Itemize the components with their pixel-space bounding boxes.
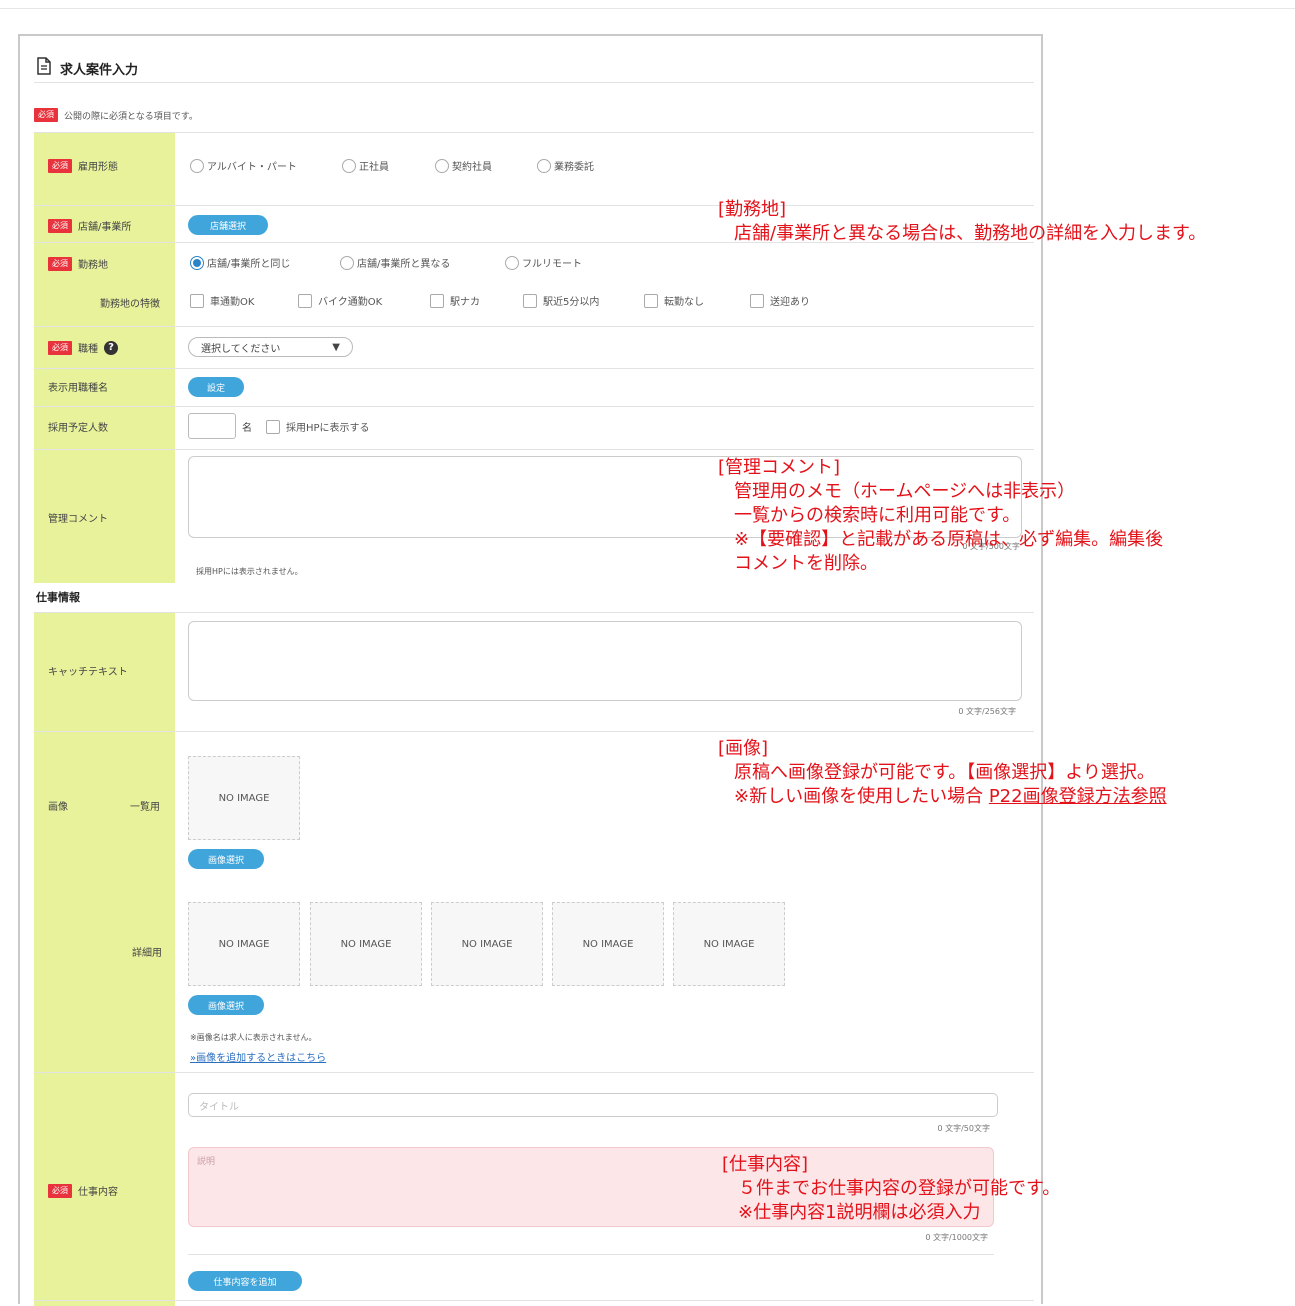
radio-full-time[interactable]: 正社員 xyxy=(342,158,389,173)
checkbox-in-station[interactable]: 駅ナカ xyxy=(430,293,480,308)
top-divider xyxy=(0,8,1295,9)
job-content-label: 必須 仕事内容 xyxy=(48,1183,118,1198)
detail-image-placeholder-5: NO IMAGE xyxy=(673,902,785,986)
image-detail-label: 詳細用 xyxy=(132,948,162,959)
job-title-counter: 0 文字/50文字 xyxy=(937,1124,990,1133)
annotation-image: [画像] 原稿へ画像登録が可能です。【画像選択】より選択。 ※新しい画像を使用し… xyxy=(718,738,1167,807)
radio-part-time[interactable]: アルバイト・パート xyxy=(190,158,297,173)
checkbox-no-transfer[interactable]: 転勤なし xyxy=(644,293,704,308)
image-label: 画像 xyxy=(48,802,68,813)
radio-full-remote[interactable]: フルリモート xyxy=(505,255,582,270)
list-image-placeholder: NO IMAGE xyxy=(188,756,300,840)
admin-comment-note: 採用HPには表示されません。 xyxy=(196,567,303,576)
required-note-text: 公開の際に必須となる項目です。 xyxy=(64,111,198,122)
p22-reference-link[interactable]: P22画像登録方法参照 xyxy=(989,786,1167,807)
detail-image-placeholder-1: NO IMAGE xyxy=(188,902,300,986)
job-type-select[interactable]: 選択してください ▼ xyxy=(188,337,353,357)
checkbox-bike-commute[interactable]: バイク通勤OK xyxy=(298,293,382,308)
headcount-unit: 名 xyxy=(242,423,252,434)
store-select-button[interactable]: 店舗選択 xyxy=(188,215,268,235)
row-divider xyxy=(34,1300,1034,1301)
image-name-note: ※画像名は求人に表示されません。 xyxy=(190,1033,317,1042)
radio-same-as-store[interactable]: 店舗/事業所と同じ xyxy=(190,255,290,270)
headcount-input[interactable] xyxy=(188,413,236,439)
job-title-input[interactable]: タイトル xyxy=(188,1093,998,1117)
job-description-counter: 0 文字/1000文字 xyxy=(925,1233,988,1242)
work-info-section-title: 仕事情報 xyxy=(36,591,80,604)
label-column-work xyxy=(34,613,175,1306)
checkbox-show-on-hp[interactable]: 採用HPに表示する xyxy=(266,419,370,434)
page-title: 求人案件入力 xyxy=(60,62,139,78)
document-icon xyxy=(36,57,52,79)
required-badge: 必須 xyxy=(34,108,58,122)
annotation-workplace: [勤務地] 店舗/事業所と異なる場合は、勤務地の詳細を入力します。 xyxy=(718,199,1207,244)
radio-different-from-store[interactable]: 店舗/事業所と異なる xyxy=(340,255,450,270)
store-label: 必須 店舗/事業所 xyxy=(48,218,131,233)
row-divider xyxy=(34,449,1034,450)
checkbox-near-station[interactable]: 駅近5分以内 xyxy=(523,293,599,308)
workplace-features-label: 勤務地の特徴 xyxy=(100,299,160,310)
row-divider xyxy=(188,1254,994,1255)
display-job-name-set-button[interactable]: 設定 xyxy=(188,377,244,397)
checkbox-car-commute[interactable]: 車通勤OK xyxy=(190,293,254,308)
annotation-job-content: [仕事内容] ５件までお仕事内容の登録が可能です。 ※仕事内容1説明欄は必須入力 xyxy=(722,1154,1061,1223)
workplace-label: 必須 勤務地 xyxy=(48,256,108,271)
headcount-label: 採用予定人数 xyxy=(48,423,108,434)
annotation-admin-comment: [管理コメント] 管理用のメモ（ホームページへは非表示） 一覧からの検索時に利用… xyxy=(718,457,1164,574)
catch-text-counter: 0 文字/256文字 xyxy=(958,707,1016,716)
required-note: 必須 公開の際に必須となる項目です。 xyxy=(34,108,198,122)
list-image-select-button[interactable]: 画像選択 xyxy=(188,849,264,869)
display-job-name-label: 表示用職種名 xyxy=(48,383,108,394)
catch-text-textarea[interactable] xyxy=(188,621,1022,701)
page-header: 求人案件入力 xyxy=(36,54,138,82)
catch-text-label: キャッチテキスト xyxy=(48,667,128,678)
chevron-down-icon: ▼ xyxy=(332,341,340,353)
detail-image-select-button[interactable]: 画像選択 xyxy=(188,995,264,1015)
detail-image-placeholder-4: NO IMAGE xyxy=(552,902,664,986)
help-icon[interactable]: ? xyxy=(104,340,118,355)
row-divider xyxy=(34,731,1034,732)
job-type-label: 必須 職種 ? xyxy=(48,340,118,355)
checkbox-shuttle[interactable]: 送迎あり xyxy=(750,293,810,308)
image-list-label: 一覧用 xyxy=(130,802,160,813)
employment-type-label: 必須 雇用形態 xyxy=(48,158,118,173)
row-divider xyxy=(34,368,1034,369)
title-divider xyxy=(34,82,1034,83)
row-divider xyxy=(34,1072,1034,1073)
detail-image-placeholder-3: NO IMAGE xyxy=(431,902,543,986)
row-divider xyxy=(34,132,1034,133)
add-job-content-button[interactable]: 仕事内容を追加 xyxy=(188,1271,302,1291)
radio-contract[interactable]: 契約社員 xyxy=(435,158,492,173)
row-divider xyxy=(34,406,1034,407)
radio-outsourcing[interactable]: 業務委託 xyxy=(537,158,594,173)
detail-image-placeholder-2: NO IMAGE xyxy=(310,902,422,986)
row-divider xyxy=(34,612,1034,613)
add-image-link[interactable]: »画像を追加するときはこちら xyxy=(190,1049,326,1064)
row-divider xyxy=(34,326,1034,327)
admin-comment-label: 管理コメント xyxy=(48,514,108,525)
